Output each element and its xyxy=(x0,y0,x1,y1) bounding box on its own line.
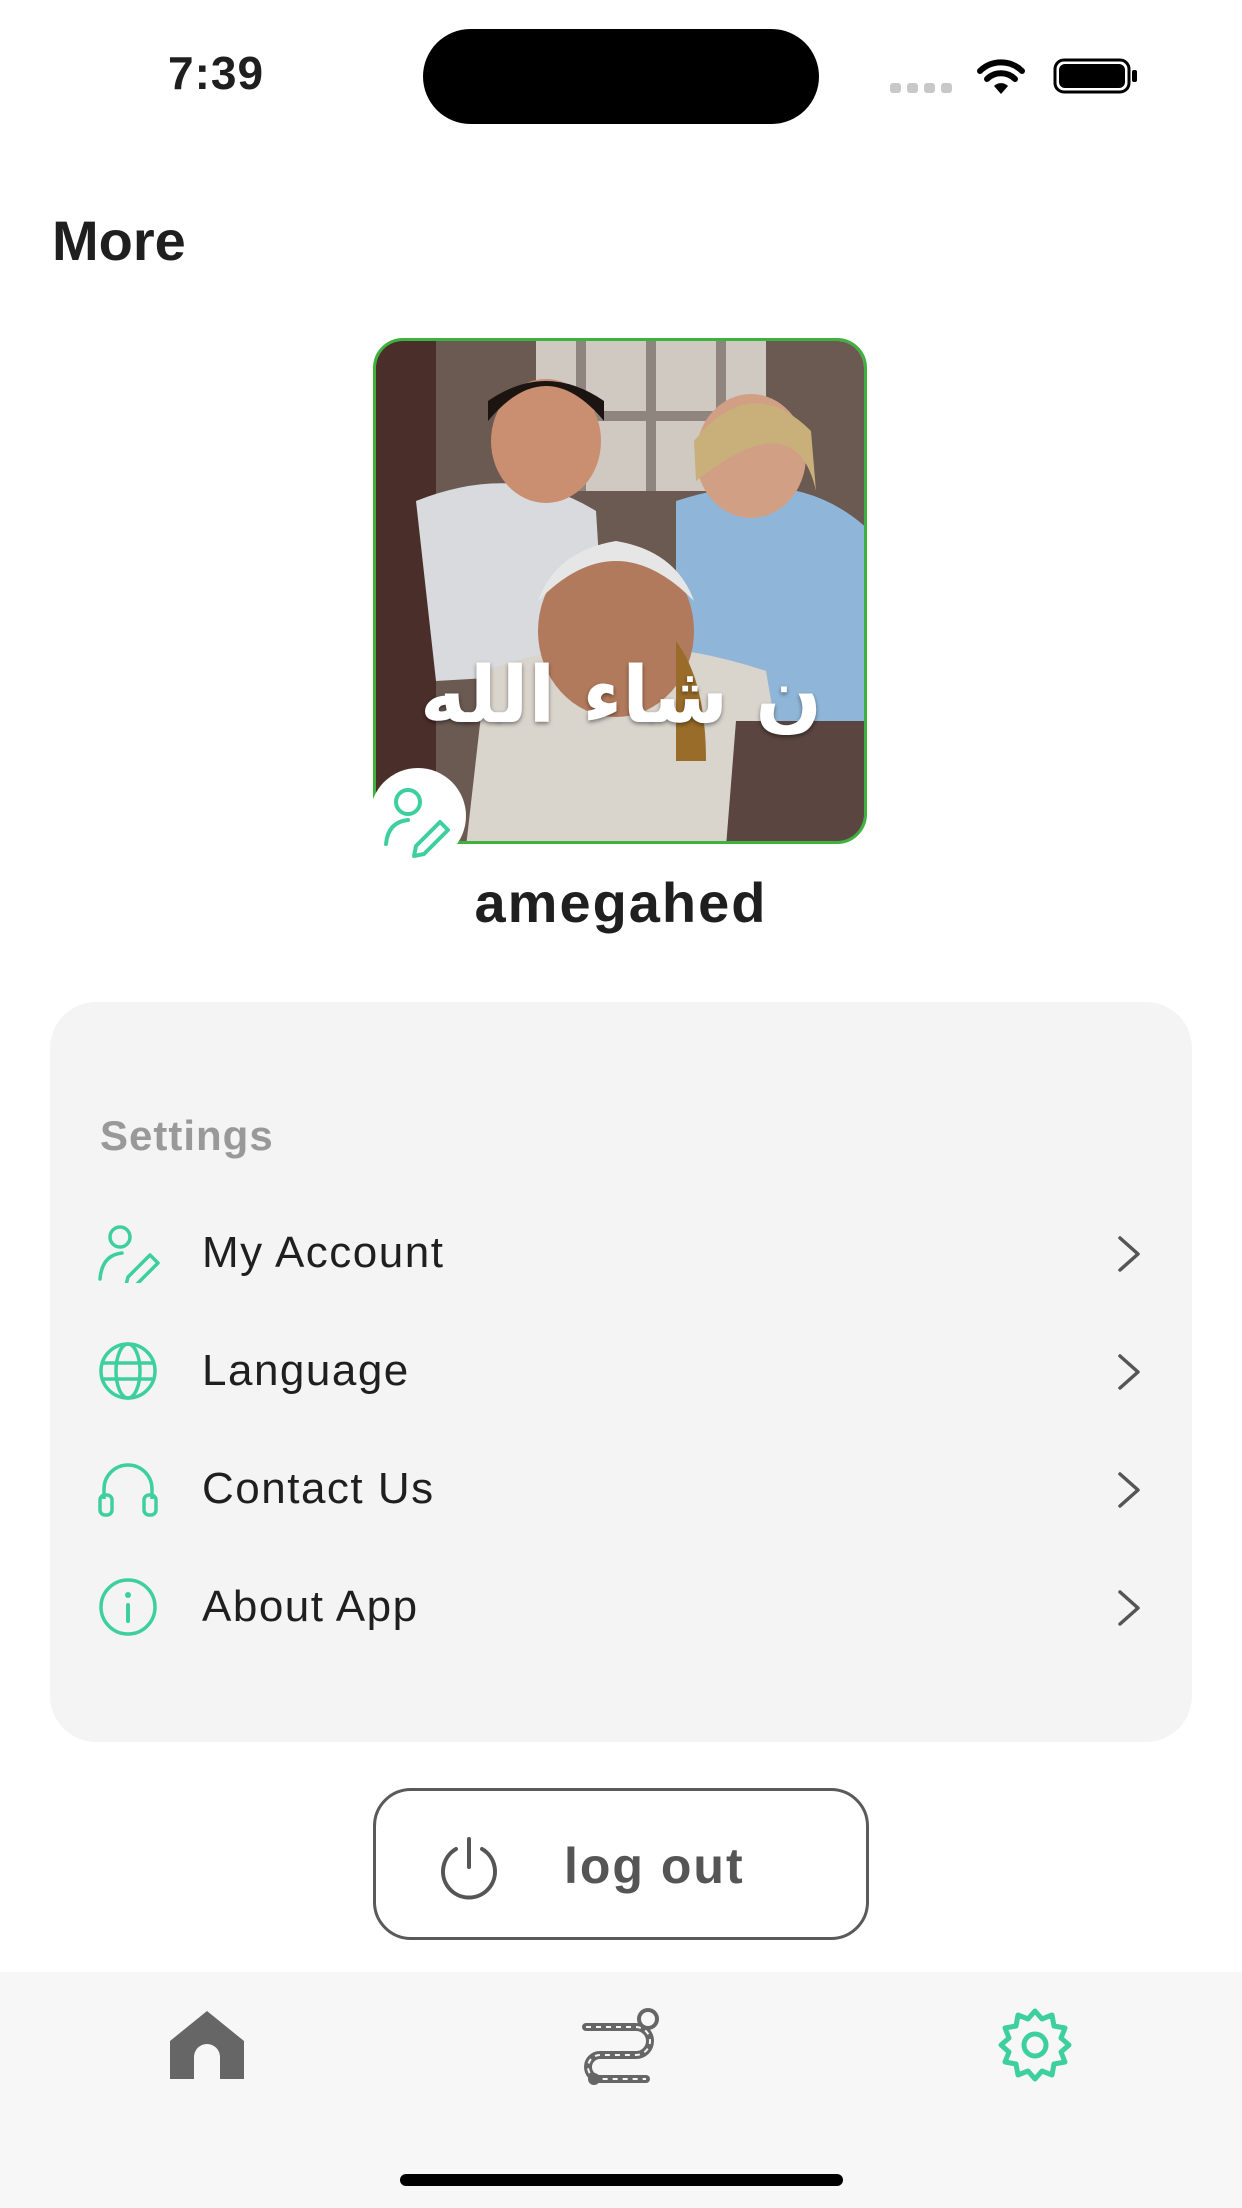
page-title: More xyxy=(52,209,186,272)
settings-item-label: Contact Us xyxy=(202,1464,435,1513)
settings-item-about-app[interactable]: About App xyxy=(50,1552,1192,1662)
tab-settings[interactable] xyxy=(990,2005,1080,2085)
chevron-right-icon xyxy=(1118,1590,1140,1626)
settings-item-language[interactable]: Language xyxy=(50,1316,1192,1426)
settings-item-label: Language xyxy=(202,1346,410,1395)
dynamic-island xyxy=(423,29,819,124)
profile-username: amegahed xyxy=(474,871,768,934)
settings-item-label: About App xyxy=(202,1582,419,1631)
home-icon xyxy=(170,2011,244,2079)
info-icon xyxy=(99,1578,157,1636)
cellular-signal-icon xyxy=(890,83,954,93)
gear-icon xyxy=(998,2008,1072,2082)
logout-label: log out xyxy=(564,1838,745,1894)
edit-avatar-button[interactable] xyxy=(370,768,466,864)
battery-icon xyxy=(1053,58,1137,94)
chevron-right-icon xyxy=(1118,1472,1140,1508)
settings-item-contact-us[interactable]: Contact Us xyxy=(50,1434,1192,1544)
wifi-icon xyxy=(977,59,1025,94)
settings-item-label: My Account xyxy=(202,1228,445,1277)
logout-button[interactable]: log out xyxy=(373,1788,869,1940)
user-edit-icon xyxy=(384,788,450,858)
tab-route[interactable] xyxy=(576,2005,666,2085)
chevron-right-icon xyxy=(1118,1354,1140,1390)
avatar-photo xyxy=(376,341,864,841)
profile-avatar[interactable]: ن شاء الله xyxy=(373,338,867,844)
home-indicator xyxy=(400,2174,843,2186)
globe-icon xyxy=(99,1342,157,1400)
power-icon xyxy=(441,1837,497,1900)
avatar-caption: ن شاء الله xyxy=(420,651,822,741)
tab-home[interactable] xyxy=(162,2005,252,2085)
settings-item-my-account[interactable]: My Account xyxy=(50,1198,1192,1308)
chevron-right-icon xyxy=(1118,1236,1140,1272)
route-icon xyxy=(582,2008,659,2085)
status-time: 7:39 xyxy=(168,47,265,99)
user-edit-icon xyxy=(98,1225,160,1283)
settings-section-label: Settings xyxy=(100,1112,274,1159)
headset-icon xyxy=(98,1463,158,1517)
